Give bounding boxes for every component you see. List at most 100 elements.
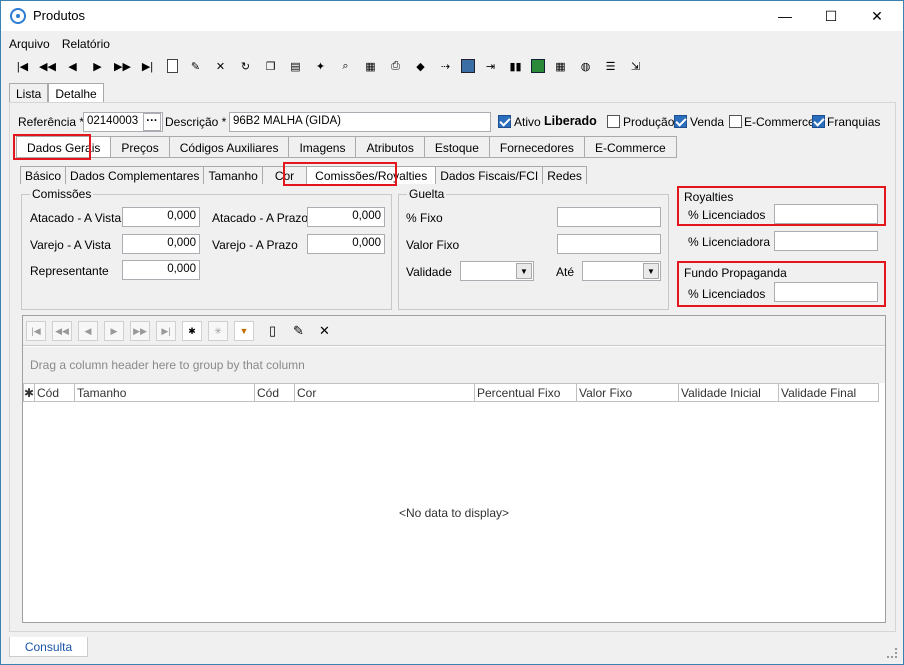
- exit-icon[interactable]: ⇲: [626, 57, 645, 75]
- export-icon[interactable]: ⇥: [481, 57, 500, 75]
- tab-dados-complementares[interactable]: Dados Complementares: [66, 166, 205, 184]
- filter-icon[interactable]: [461, 59, 475, 73]
- toolbar: |◀ ◀◀ ◀ ▶ ▶▶ ▶| ✎ ✕ ↻ ❐ ▤ ✦ ⌕ ▦ ⎙ ◆ ⇢ ⇥ …: [13, 56, 693, 76]
- report-icon[interactable]: ▦: [361, 57, 380, 75]
- group-by-area[interactable]: Drag a column header here to group by th…: [23, 347, 885, 383]
- status-bar: Consulta: [1, 637, 903, 664]
- excel-icon[interactable]: [531, 59, 545, 73]
- prev-record-icon[interactable]: ◀: [63, 57, 82, 75]
- refresh-icon[interactable]: ↻: [236, 57, 255, 75]
- tab-estoque[interactable]: Estoque: [424, 136, 490, 158]
- wand-icon[interactable]: ✦: [311, 57, 330, 75]
- varejo-prazo-input[interactable]: 0,000: [307, 234, 385, 254]
- tab-ecommerce[interactable]: E-Commerce: [584, 136, 677, 158]
- tab-redes[interactable]: Redes: [543, 166, 587, 184]
- next-page-icon[interactable]: ▶▶: [113, 57, 132, 75]
- ecommerce-checkbox[interactable]: [729, 115, 742, 128]
- referencia-value: 02140003: [87, 115, 139, 127]
- tab-fornecedores[interactable]: Fornecedores: [489, 136, 585, 158]
- preview-icon[interactable]: ⌕: [336, 57, 355, 75]
- list-icon[interactable]: ☰: [601, 57, 620, 75]
- grid-icon[interactable]: ▦: [551, 57, 570, 75]
- grid-insert-button[interactable]: ✱: [182, 321, 202, 341]
- col-validade-inicial[interactable]: Validade Inicial: [679, 383, 779, 402]
- atacado-vista-label: Atacado - A Vista: [30, 211, 122, 225]
- col-percentual-fixo[interactable]: Percentual Fixo: [475, 383, 577, 402]
- col-validade-final[interactable]: Validade Final: [779, 383, 879, 402]
- grid-navigator: |◀ ◀◀ ◀ ▶ ▶▶ ▶| ✱ ✳ ▼ ▯ ✎ ✕: [23, 316, 885, 346]
- tab-dados-fiscais[interactable]: Dados Fiscais/FCI: [436, 166, 544, 184]
- producao-checkbox[interactable]: [607, 115, 620, 128]
- goto-icon[interactable]: ⇢: [436, 57, 455, 75]
- referencia-lookup-button[interactable]: ···: [143, 113, 161, 131]
- grid-filter-button[interactable]: ▼: [234, 321, 254, 341]
- ativo-checkbox[interactable]: [498, 115, 511, 128]
- atacado-prazo-label: Atacado - A Prazo: [212, 211, 309, 225]
- first-record-icon[interactable]: |◀: [13, 57, 32, 75]
- guelta-valor-fixo-label: Valor Fixo: [406, 238, 460, 252]
- col-cod-cor[interactable]: Cód: [255, 383, 295, 402]
- edit-icon[interactable]: ✎: [186, 57, 205, 75]
- tab-atributos[interactable]: Atributos: [356, 136, 425, 158]
- barcode-icon[interactable]: ▮▮: [506, 57, 525, 75]
- comissoes-title: Comissões: [30, 187, 94, 201]
- tab-basico[interactable]: Básico: [20, 166, 67, 184]
- franquias-checkbox[interactable]: [812, 115, 825, 128]
- chevron-down-icon[interactable]: ▼: [516, 263, 532, 279]
- tag-icon[interactable]: ◆: [411, 57, 430, 75]
- save-icon[interactable]: ▤: [286, 57, 305, 75]
- prev-page-icon[interactable]: ◀◀: [38, 57, 57, 75]
- grid-prev-button[interactable]: ◀: [78, 321, 98, 341]
- grid-last-button[interactable]: ▶|: [156, 321, 176, 341]
- minimize-button[interactable]: —: [768, 1, 802, 31]
- status-text: Liberado: [544, 114, 597, 128]
- col-indicator[interactable]: ✱: [23, 383, 35, 402]
- tab-detalhe[interactable]: Detalhe: [48, 83, 104, 103]
- tab-tamanho[interactable]: Tamanho: [204, 166, 263, 184]
- tab-imagens[interactable]: Imagens: [289, 136, 357, 158]
- venda-checkbox[interactable]: [674, 115, 687, 128]
- royalties-licenciadora-label: % Licenciadora: [688, 235, 771, 249]
- guelta-validade-combo[interactable]: ▼: [460, 261, 534, 281]
- grid-prev-page-button[interactable]: ◀◀: [52, 321, 72, 341]
- print-icon[interactable]: ⎙: [386, 57, 405, 75]
- last-record-icon[interactable]: ▶|: [138, 57, 157, 75]
- maximize-button[interactable]: ☐: [814, 1, 848, 31]
- chevron-down-icon[interactable]: ▼: [643, 263, 659, 279]
- guelta-ate-combo[interactable]: ▼: [582, 261, 661, 281]
- atacado-prazo-input[interactable]: 0,000: [307, 207, 385, 227]
- tab-lista[interactable]: Lista: [9, 83, 49, 103]
- delete-icon[interactable]: ✕: [211, 57, 230, 75]
- edit-icon[interactable]: ✎: [293, 323, 304, 339]
- col-cor[interactable]: Cor: [295, 383, 475, 402]
- guelta-fixo-input[interactable]: [557, 207, 661, 227]
- descricao-input[interactable]: 96B2 MALHA (GIDA): [229, 112, 491, 132]
- new-document-icon[interactable]: ▯: [269, 323, 276, 339]
- size-grip-icon[interactable]: [887, 648, 897, 658]
- col-tamanho[interactable]: Tamanho: [75, 383, 255, 402]
- menu-bar: Arquivo Relatório: [9, 37, 119, 53]
- col-cod-tamanho[interactable]: Cód: [35, 383, 75, 402]
- atacado-vista-input[interactable]: 0,000: [122, 207, 200, 227]
- grid-next-page-button[interactable]: ▶▶: [130, 321, 150, 341]
- grid-next-button[interactable]: ▶: [104, 321, 124, 341]
- col-valor-fixo[interactable]: Valor Fixo: [577, 383, 679, 402]
- grid-delete-button[interactable]: ✳: [208, 321, 228, 341]
- menu-relatorio[interactable]: Relatório: [62, 37, 110, 51]
- varejo-vista-input[interactable]: 0,000: [122, 234, 200, 254]
- royalties-licenciadora-input[interactable]: [774, 231, 878, 251]
- grid-header: ✱ Cód Tamanho Cód Cor Percentual Fixo Va…: [23, 383, 879, 402]
- menu-arquivo[interactable]: Arquivo: [9, 37, 50, 51]
- copy-icon[interactable]: ❐: [261, 57, 280, 75]
- chart-icon[interactable]: ◍: [576, 57, 595, 75]
- tab-consulta[interactable]: Consulta: [9, 637, 88, 657]
- grid-first-button[interactable]: |◀: [26, 321, 46, 341]
- delete-icon[interactable]: ✕: [319, 323, 330, 339]
- next-record-icon[interactable]: ▶: [88, 57, 107, 75]
- tab-codigos-auxiliares[interactable]: Códigos Auxiliares: [169, 136, 290, 158]
- close-button[interactable]: ✕: [860, 1, 894, 31]
- representante-input[interactable]: 0,000: [122, 260, 200, 280]
- guelta-valor-fixo-input[interactable]: [557, 234, 661, 254]
- new-document-icon[interactable]: [167, 59, 178, 73]
- tab-precos[interactable]: Preços: [111, 136, 170, 158]
